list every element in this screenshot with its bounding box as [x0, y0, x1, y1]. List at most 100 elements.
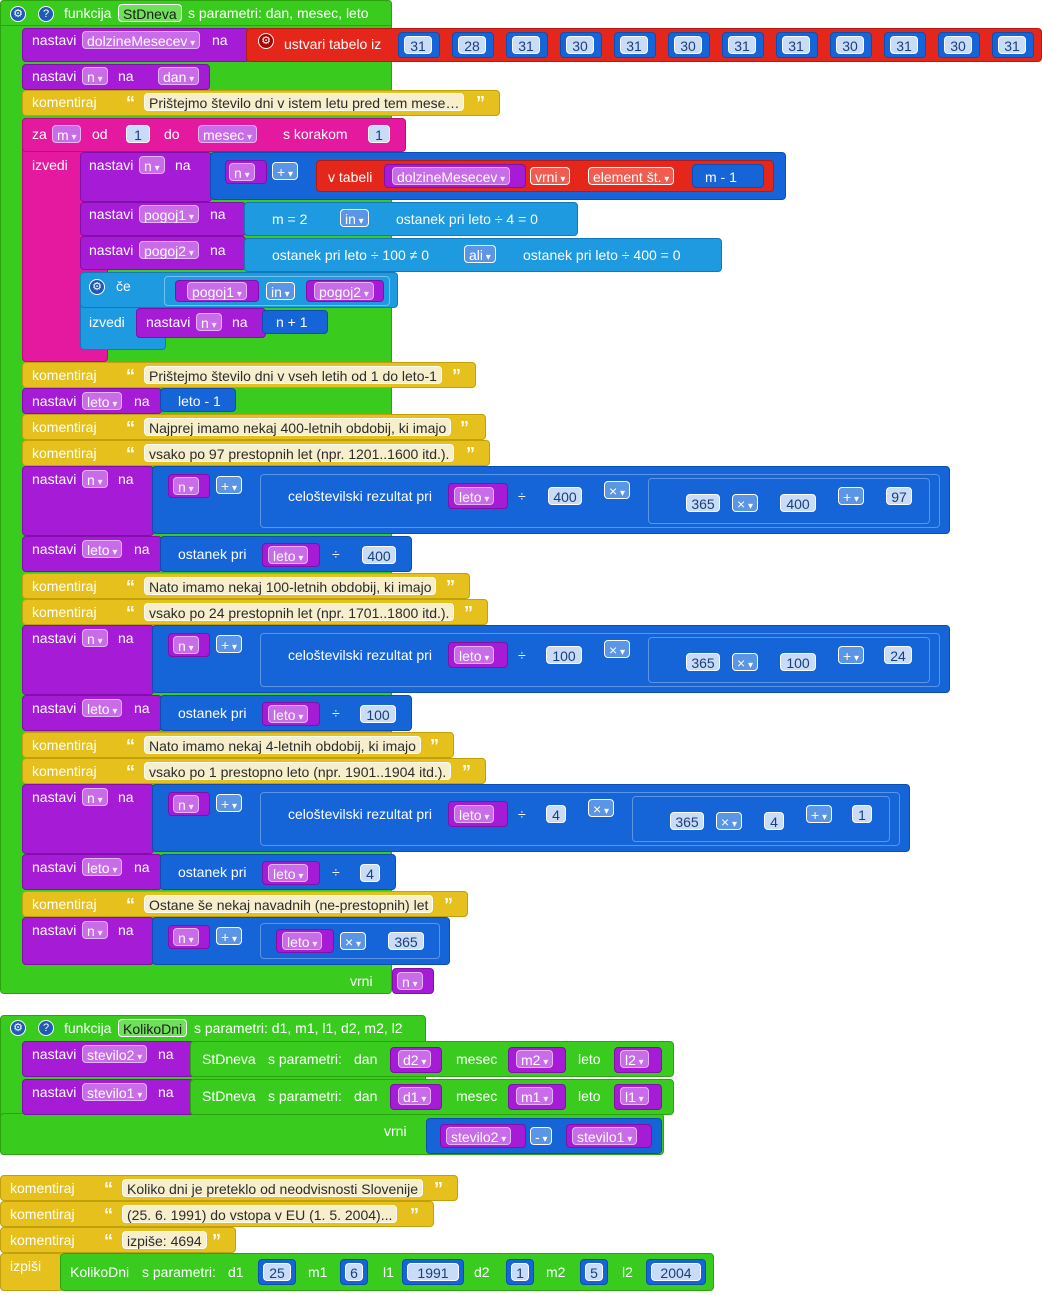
variable-dropdown[interactable]: l1 — [620, 1087, 649, 1105]
variable-dropdown[interactable]: stevilo1 — [82, 1083, 148, 1101]
variable-dropdown[interactable]: n — [82, 788, 108, 806]
variable-dropdown[interactable]: pogoj2 — [314, 282, 374, 300]
number-field[interactable]: 31 — [620, 36, 648, 54]
number-field[interactable]: 365 — [686, 494, 720, 512]
number-field[interactable]: 25 — [263, 1263, 291, 1281]
variable-dropdown[interactable]: leto — [268, 546, 309, 564]
comment-text[interactable]: Nato imamo nekaj 100-letnih obdobij, ki … — [144, 577, 437, 595]
comment-text[interactable]: Najprej imamo nekaj 400-letnih obdobij, … — [144, 418, 452, 436]
variable-dropdown[interactable]: leto — [454, 487, 495, 505]
variable-dropdown[interactable]: n — [173, 636, 199, 654]
number-field[interactable]: 2004 — [651, 1263, 701, 1281]
number-field[interactable]: 97 — [886, 487, 912, 505]
comment-text[interactable]: Koliko dni je preteklo od neodvisnosti S… — [122, 1179, 424, 1197]
operator-dropdown[interactable]: + — [838, 646, 864, 664]
variable-dropdown[interactable]: leto — [268, 864, 309, 882]
number-field[interactable]: 31 — [998, 36, 1026, 54]
variable-dropdown[interactable]: n — [82, 470, 108, 488]
variable-dropdown[interactable]: dolzineMesecev — [82, 31, 201, 49]
variable-dropdown[interactable]: d2 — [398, 1050, 432, 1068]
comment-text[interactable]: Prištejmo število dni v istem letu pred … — [144, 93, 465, 111]
operator-dropdown[interactable]: × — [604, 640, 630, 658]
variable-dropdown[interactable]: n — [173, 928, 199, 946]
number-field[interactable]: 365 — [388, 932, 424, 950]
mode-dropdown[interactable]: vrni — [530, 167, 571, 185]
operator-dropdown[interactable]: × — [732, 653, 758, 671]
variable-dropdown[interactable]: pogoj2 — [139, 241, 199, 259]
number-field[interactable]: 30 — [674, 36, 702, 54]
operator-dropdown[interactable]: × — [716, 812, 742, 830]
to-variable-dropdown[interactable]: mesec — [198, 125, 258, 143]
operator-dropdown[interactable]: + — [216, 927, 242, 945]
gear-icon[interactable]: ⚙ — [10, 1020, 26, 1036]
number-field[interactable]: 4 — [546, 805, 566, 823]
number-field[interactable]: 400 — [548, 487, 582, 505]
number-field[interactable]: 100 — [546, 646, 582, 664]
number-field[interactable]: 31 — [728, 36, 756, 54]
operator-dropdown[interactable]: × — [604, 481, 630, 499]
gear-icon[interactable]: ⚙ — [10, 6, 26, 22]
number-field[interactable]: 100 — [780, 653, 816, 671]
variable-dropdown[interactable]: n — [196, 313, 222, 331]
variable-dropdown[interactable]: stevilo2 — [446, 1127, 512, 1145]
variable-dropdown[interactable]: leto — [454, 646, 495, 664]
comment-text[interactable]: (25. 6. 1991) do vstopa v EU (1. 5. 2004… — [122, 1205, 398, 1223]
number-field[interactable]: 4 — [360, 864, 380, 882]
operator-dropdown[interactable]: + — [216, 476, 242, 494]
variable-dropdown[interactable]: leto — [282, 932, 323, 950]
number-field[interactable]: 5 — [585, 1263, 603, 1281]
from-value[interactable]: 1 — [126, 125, 150, 143]
number-field[interactable]: 400 — [780, 494, 816, 512]
operator-dropdown[interactable]: + — [216, 794, 242, 812]
variable-dropdown[interactable]: n — [397, 972, 423, 990]
variable-dropdown[interactable]: n — [229, 163, 255, 181]
function-name-field[interactable]: KolikoDni — [118, 1019, 188, 1037]
variable-dropdown[interactable]: leto — [82, 699, 123, 717]
operator-dropdown[interactable]: + — [806, 805, 832, 823]
variable-dropdown[interactable]: d1 — [398, 1087, 432, 1105]
variable-dropdown[interactable]: n — [173, 795, 199, 813]
number-field[interactable]: 1991 — [407, 1263, 459, 1281]
operator-dropdown[interactable]: × — [732, 494, 758, 512]
gear-icon[interactable]: ⚙ — [258, 33, 274, 49]
gear-icon[interactable]: ⚙ — [89, 279, 105, 295]
number-field[interactable]: 1 — [852, 805, 872, 823]
comment-text[interactable]: vsako po 97 prestopnih let (npr. 1201..1… — [144, 444, 455, 462]
step-value[interactable]: 1 — [368, 125, 390, 143]
variable-dropdown[interactable]: dan — [158, 67, 200, 85]
comment-text[interactable]: Ostane še nekaj navadnih (ne-prestopnih)… — [144, 895, 434, 913]
variable-dropdown[interactable]: leto — [82, 858, 123, 876]
variable-dropdown[interactable]: l2 — [620, 1050, 649, 1068]
logic-operator-dropdown[interactable]: in — [340, 209, 369, 227]
where-dropdown[interactable]: element št. — [588, 167, 675, 185]
variable-dropdown[interactable]: stevilo2 — [82, 1045, 148, 1063]
variable-dropdown[interactable]: m1 — [516, 1087, 554, 1105]
logic-operator-dropdown[interactable]: in — [266, 282, 295, 300]
variable-dropdown[interactable]: m2 — [516, 1050, 554, 1068]
number-field[interactable]: 31 — [404, 36, 432, 54]
variable-dropdown[interactable]: pogoj1 — [187, 282, 247, 300]
operator-dropdown[interactable]: - — [530, 1127, 553, 1145]
number-field[interactable]: 365 — [670, 812, 704, 830]
number-field[interactable]: 1 — [511, 1263, 529, 1281]
operator-dropdown[interactable]: × — [588, 799, 614, 817]
comment-text[interactable]: vsako po 24 prestopnih let (npr. 1701..1… — [144, 603, 455, 621]
variable-dropdown[interactable]: stevilo1 — [572, 1127, 638, 1145]
number-field[interactable]: 30 — [566, 36, 594, 54]
operator-dropdown[interactable]: + — [216, 635, 242, 653]
variable-dropdown[interactable]: n — [82, 67, 108, 85]
variable-dropdown[interactable]: n — [173, 477, 199, 495]
list-variable-dropdown[interactable]: dolzineMesecev — [392, 167, 511, 185]
number-field[interactable]: 28 — [458, 36, 486, 54]
number-field[interactable]: 31 — [512, 36, 540, 54]
number-field[interactable]: 30 — [944, 36, 972, 54]
operator-dropdown[interactable]: × — [340, 932, 366, 950]
loop-variable-dropdown[interactable]: m — [52, 125, 82, 143]
number-field[interactable]: 24 — [884, 646, 912, 664]
operator-dropdown[interactable]: + — [272, 162, 298, 180]
operator-dropdown[interactable]: + — [838, 487, 864, 505]
comment-text[interactable]: vsako po 1 prestopno leto (npr. 1901..19… — [144, 762, 452, 780]
variable-dropdown[interactable]: n — [82, 629, 108, 647]
number-field[interactable]: 6 — [345, 1263, 363, 1281]
variable-dropdown[interactable]: n — [139, 156, 165, 174]
